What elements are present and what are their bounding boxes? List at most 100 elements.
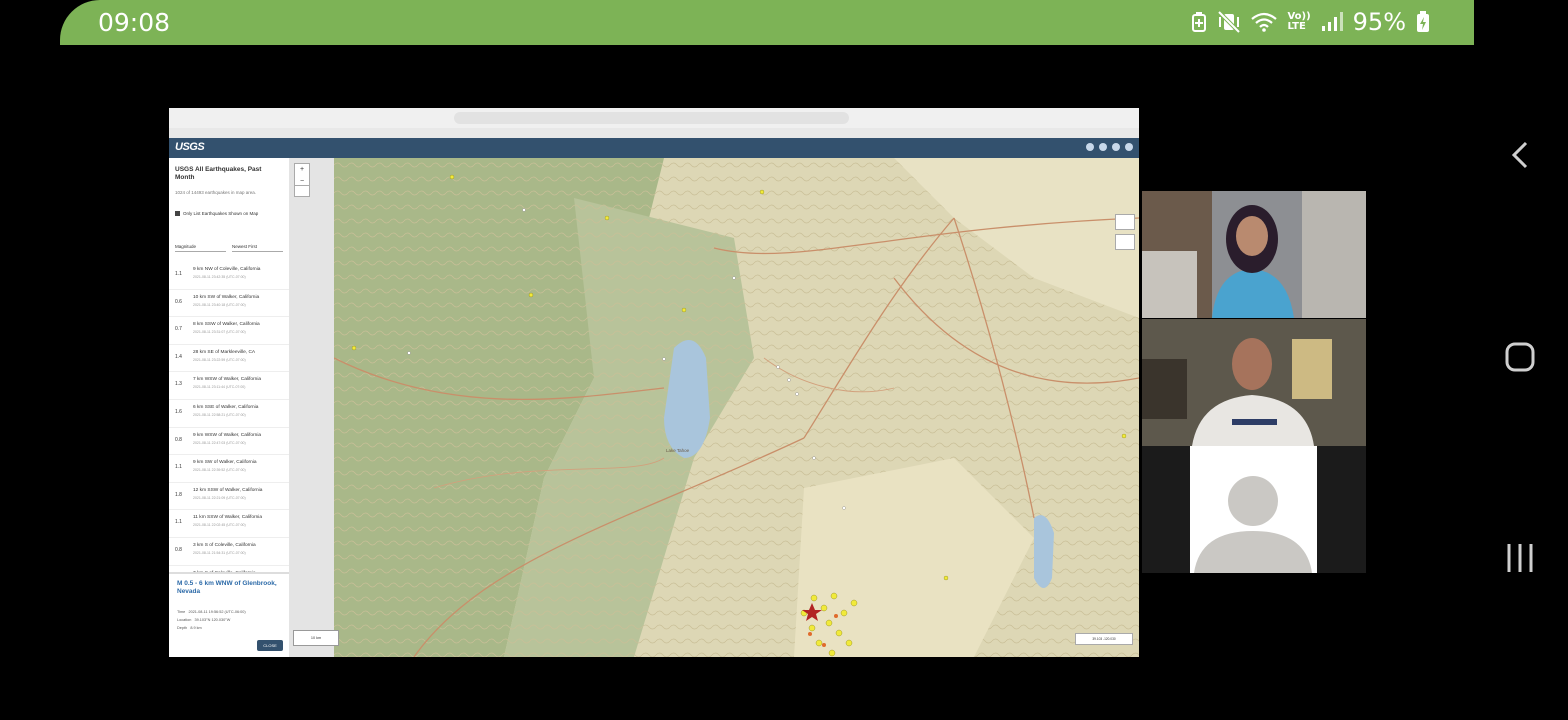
eq-place: 8 km SSW of Walker, California bbox=[193, 322, 260, 328]
eq-place: 6 km SSE of Walker, California bbox=[193, 404, 259, 410]
participant-video-1[interactable] bbox=[1142, 191, 1366, 318]
panel-title: USGS All Earthquakes, Past Month bbox=[175, 166, 262, 181]
sort-select[interactable]: Magnitude bbox=[175, 242, 226, 252]
eq-time: 2021-08-11 23:42:35 (UTC-07:00) bbox=[193, 275, 246, 279]
vibrate-mute-icon bbox=[1218, 11, 1241, 33]
usgs-logo: USGS bbox=[175, 141, 205, 153]
detail-time-row: Time 2021-08-11 19:56:52 (UTC-06:00) bbox=[177, 610, 281, 614]
earthquake-list-panel: USGS All Earthquakes, Past Month 1024 of… bbox=[169, 158, 290, 657]
eq-magnitude: 1.6 bbox=[175, 408, 182, 415]
eq-place: 11 km SSW of Walker, California bbox=[193, 515, 263, 521]
status-time: 09:08 bbox=[98, 8, 171, 37]
basemap-button[interactable] bbox=[1115, 234, 1135, 250]
eq-place: 28 km SE of Markleeville, CA bbox=[193, 349, 256, 355]
earthquake-map[interactable]: Lake Tahoe 39.103 -120.030 bbox=[334, 158, 1139, 657]
checkbox-icon[interactable] bbox=[175, 211, 180, 217]
help-icon[interactable] bbox=[1125, 143, 1133, 151]
detail-depth-row: Depth 8.9 km bbox=[177, 626, 281, 630]
participant-video-2[interactable] bbox=[1142, 319, 1366, 446]
detail-depth-value: 8.9 km bbox=[190, 626, 202, 630]
eq-magnitude: 0.7 bbox=[175, 326, 182, 333]
detail-location-value: 39.103°N 120.030°W bbox=[194, 618, 231, 622]
map-corner-controls bbox=[1115, 214, 1135, 254]
eq-time: 2021-08-11 22:47:03 (UTC-07:00) bbox=[193, 440, 246, 445]
eq-magnitude: 0.6 bbox=[175, 298, 182, 305]
map-canvas bbox=[334, 158, 1139, 657]
eq-time: 2021-08-11 23:31:07 (UTC-07:00) bbox=[193, 330, 246, 335]
eq-magnitude: 0.8 bbox=[175, 436, 182, 443]
layers-button[interactable] bbox=[294, 185, 310, 197]
eq-time: 2021-08-11 22:21:09 (UTC-07:00) bbox=[193, 495, 246, 500]
signal-icon bbox=[1321, 12, 1343, 31]
list-item[interactable]: 1.1 9 km SW of Walker, California 2021-08-… bbox=[169, 455, 289, 483]
detail-location-row: Location 39.103°N 120.030°W bbox=[177, 618, 281, 622]
map-layers-button[interactable] bbox=[1115, 214, 1135, 230]
list-item[interactable]: 1.8 12 km SSW of Walker, California 2021-0… bbox=[169, 483, 289, 511]
sort-controls: Magnitude Newest First bbox=[175, 242, 283, 252]
eq-magnitude: 1.1 bbox=[175, 464, 182, 471]
list-item[interactable]: 1.1 11 km SSW of Walker, California 2021-0… bbox=[169, 510, 289, 538]
order-select[interactable]: Newest First bbox=[232, 242, 283, 252]
list-item[interactable]: 0.8 3 km S of Coleville, California 2021-0… bbox=[169, 538, 289, 566]
default-avatar-icon bbox=[1190, 446, 1317, 573]
list-item[interactable]: 0.8 9 km WSW of Walker, California 2021-08… bbox=[169, 428, 289, 456]
eq-place: 9 km NW of Coleville, California bbox=[193, 267, 261, 272]
detail-time-value: 2021-08-11 19:56:52 (UTC-06:00) bbox=[188, 610, 246, 614]
status-icons: Vo)) LTE 95% bbox=[1191, 8, 1430, 36]
panel-count: 1024 of 14493 earthquakes in map area. bbox=[175, 190, 257, 195]
header-tools bbox=[1086, 143, 1133, 151]
list-item[interactable]: 1.4 28 km SE of Markleeville, CA 2021-08-1… bbox=[169, 345, 289, 373]
recents-icon[interactable] bbox=[1500, 538, 1540, 578]
list-item[interactable]: 0.7 8 km SSW of Walker, California 2021-08… bbox=[169, 317, 289, 345]
map-layers-icon[interactable] bbox=[1099, 143, 1107, 151]
status-bar: 09:08 Vo)) LTE 95% bbox=[60, 0, 1474, 45]
eq-magnitude: 1.1 bbox=[175, 519, 182, 526]
lake-tahoe-label: Lake Tahoe bbox=[666, 448, 690, 453]
list-item[interactable]: 1.6 6 km SSE of Walker, California 2021-08… bbox=[169, 400, 289, 428]
earthquake-detail-card: M 0.5 - 6 km WNW of Glenbrook, Nevada Ti… bbox=[169, 572, 289, 657]
home-icon[interactable] bbox=[1500, 337, 1540, 377]
map-scale: 10 km bbox=[293, 630, 339, 646]
list-item[interactable]: 0.6 10 km SW of Walker, California 2021-08… bbox=[169, 290, 289, 318]
usgs-header: USGS bbox=[169, 138, 1139, 158]
battery-percent: 95% bbox=[1352, 8, 1406, 36]
eq-time: 2021-08-11 22:02:45 (UTC-07:00) bbox=[193, 523, 246, 528]
eq-magnitude: 0.8 bbox=[175, 546, 182, 553]
eq-magnitude: 1.8 bbox=[175, 491, 182, 498]
browser-tab-strip bbox=[169, 128, 1139, 138]
eq-place: 12 km SSW of Walker, California bbox=[193, 487, 263, 493]
detail-depth-label: Depth bbox=[177, 626, 188, 630]
battery-saver-icon bbox=[1192, 12, 1207, 32]
eq-time: 2021-08-11 21:54:31 (UTC-07:00) bbox=[193, 550, 246, 555]
browser-url-bar[interactable] bbox=[454, 112, 849, 124]
participant-man-image bbox=[1142, 319, 1366, 446]
detail-title[interactable]: M 0.5 - 6 km WNW of Glenbrook, Nevada bbox=[177, 580, 277, 596]
eq-place: 7 km WSW of Walker, California bbox=[193, 377, 262, 383]
detail-time-label: Time bbox=[177, 610, 186, 614]
back-icon[interactable] bbox=[1500, 135, 1540, 175]
map-gutter bbox=[289, 158, 334, 657]
eq-time: 2021-08-11 23:11:44 (UTC-07:00) bbox=[193, 385, 246, 390]
volte-bottom-label: LTE bbox=[1287, 21, 1306, 32]
earthquake-list: 1.1 9 km NW of Coleville, California 2021-… bbox=[169, 262, 289, 594]
battery-charging-icon bbox=[1417, 11, 1429, 32]
list-item[interactable]: 1.1 9 km NW of Coleville, California 2021-… bbox=[169, 262, 289, 290]
list-item[interactable]: 1.3 7 km WSW of Walker, California 2021-08… bbox=[169, 372, 289, 400]
participant-woman-image bbox=[1142, 191, 1366, 318]
list-icon[interactable] bbox=[1086, 143, 1094, 151]
participant-video-3[interactable] bbox=[1142, 446, 1366, 573]
eq-time: 2021-08-11 23:40:18 (UTC-07:00) bbox=[193, 302, 246, 307]
eq-time: 2021-08-11 23:22:59 (UTC-07:00) bbox=[193, 357, 246, 362]
eq-time: 2021-08-11 22:39:52 (UTC-07:00) bbox=[193, 468, 246, 473]
only-shown-checkbox[interactable]: Only List Earthquakes Shown on Map bbox=[175, 211, 281, 217]
eq-place: 3 km S of Coleville, California bbox=[193, 542, 256, 548]
shared-screen[interactable]: USGS USGS All Earthquakes, Past Month 10… bbox=[169, 108, 1139, 657]
close-button[interactable]: CLOSE bbox=[257, 640, 283, 651]
eq-time: 2021-08-11 22:58:21 (UTC-07:00) bbox=[193, 412, 246, 417]
gear-icon[interactable] bbox=[1112, 143, 1120, 151]
wifi-icon bbox=[1251, 12, 1278, 32]
browser-toolbar bbox=[169, 108, 1139, 129]
map-coordinates: 39.103 -120.030 bbox=[1075, 633, 1133, 645]
eq-place: 9 km WSW of Walker, California bbox=[193, 432, 262, 438]
eq-place: 9 km SW of Walker, California bbox=[193, 460, 257, 466]
